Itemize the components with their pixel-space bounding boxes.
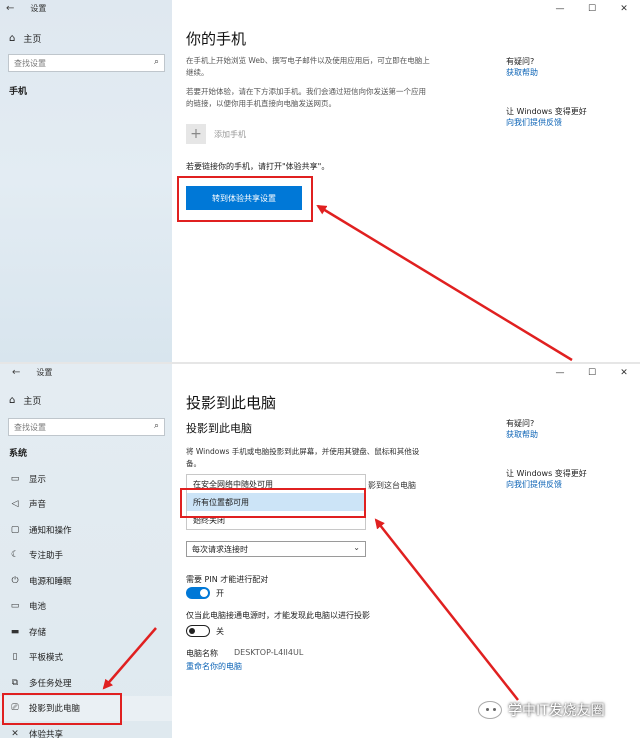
highlight-box-dropdown-option [180,488,366,518]
search-icon: ⌕ [153,421,159,431]
sidebar-item-notifications[interactable]: ▢ 通知和操作 [0,517,172,543]
feedback-link[interactable]: 向我们提供反馈 [506,118,562,127]
back-arrow-icon[interactable]: ← [12,367,20,378]
pairing-request-select[interactable]: 每次请求连接时 ⌄ [186,541,366,557]
rename-pc-link[interactable]: 重命名你的电脑 [186,661,242,672]
category-label: 系统 [9,449,28,459]
highlight-box-sidebar-item [2,693,122,725]
pin-toggle[interactable] [186,587,210,599]
help-section: 有疑问? 获取帮助 [506,419,538,439]
pc-name-value: DESKTOP-L4II4UL [234,648,304,657]
window-title: 设置 [36,368,53,377]
power-toggle[interactable] [186,625,210,637]
tablet-icon: ▯ [12,652,18,663]
sidebar-item-tablet[interactable]: ▯ 平板模式 [0,645,172,671]
watermark: 学中IT发烧友圈 [478,700,605,720]
intro-text: 在手机上开始浏览 Web、撰写电子邮件以及使用应用后，可立即在电脑上继续。 [186,56,430,77]
sidebar-item-storage[interactable]: ▬ 存储 [0,619,172,645]
sidebar-item-sound[interactable]: ◁ 声音 [0,492,172,518]
notification-icon: ▢ [10,524,20,535]
get-help-link[interactable]: 获取帮助 [506,430,538,439]
search-input[interactable]: 查找设置 ⌕ [8,54,165,72]
highlight-box-share-button [177,176,313,222]
pc-name-row: 电脑名称 DESKTOP-L4II4UL [186,648,304,658]
share-icon: ✕ [11,728,19,738]
pin-toggle-row: 开 [186,587,224,599]
category-label: 手机 [9,87,28,97]
page-title: 投影到此电脑 [186,394,277,412]
sidebar-item-focus[interactable]: ☾ 专注助手 [0,543,172,569]
display-icon: ▭ [10,473,20,484]
instructions-text: 若要开始体验，请在下方添加手机。我们会通过短信向你发送第一个应用的链接，以便你用… [186,87,426,108]
battery-icon: ▭ [10,601,20,612]
search-input[interactable]: 查找设置 ⌕ [8,418,165,436]
home-icon: ⌂ [9,33,16,44]
feedback-section: 让 Windows 变得更好 向我们提供反馈 [506,469,587,489]
projection-description: 将 Windows 手机或电脑投影到此屏幕，并使用其键盘、鼠标和其他设备。 [186,447,420,468]
home-nav[interactable]: ⌂ 主页 [9,32,41,45]
sound-icon: ◁ [11,499,19,510]
search-icon: ⌕ [153,57,159,67]
feedback-link[interactable]: 向我们提供反馈 [506,480,562,489]
settings-window-projection: ⌂ 主页 查找设置 ⌕ 系统 ▭ 显示 ◁ 声音 ▢ 通知和操作 ☾ 专注助手 [0,364,640,738]
power-icon: ⏻ [11,575,19,586]
pin-label: 需要 PIN 才能进行配对 [186,575,269,584]
chevron-down-icon: ⌄ [353,543,360,552]
home-nav[interactable]: ⌂ 主页 [9,394,41,407]
moon-icon: ☾ [10,550,20,561]
back-arrow-icon[interactable]: ← [6,3,14,14]
power-only-label: 仅当此电脑接通电源时，才能发现此电脑以进行投影 [186,611,370,620]
home-icon: ⌂ [9,395,16,406]
sidebar: ⌂ 主页 查找设置 ⌕ 系统 ▭ 显示 ◁ 声音 ▢ 通知和操作 ☾ 专注助手 [0,364,172,738]
sidebar-item-multitask[interactable]: ⧉ 多任务处理 [0,670,172,696]
wechat-icon [478,701,502,719]
settings-window-phone: ⌂ 主页 查找设置 ⌕ 手机 ← 设置 — ☐ ✕ 你的手机 在手机上开始浏览 … [0,0,640,362]
storage-icon: ▬ [10,626,20,637]
section-subtitle: 投影到此电脑 [186,422,252,435]
plus-icon: + [186,124,206,144]
help-section: 有疑问? 获取帮助 [506,57,538,77]
partial-option-text: 影到这台电脑 [368,481,416,490]
sidebar-item-power[interactable]: ⏻ 电源和睡眠 [0,568,172,594]
get-help-link[interactable]: 获取帮助 [506,68,538,77]
feedback-section: 让 Windows 变得更好 向我们提供反馈 [506,107,587,127]
sidebar-item-battery[interactable]: ▭ 电池 [0,594,172,620]
window-title: 设置 [30,4,47,13]
multitask-icon: ⧉ [11,677,19,688]
sidebar-item-display[interactable]: ▭ 显示 [0,466,172,492]
power-toggle-row: 关 [186,625,224,637]
add-phone-button[interactable]: + 添加手机 [186,124,246,144]
page-title: 你的手机 [186,30,247,48]
sidebar: ⌂ 主页 查找设置 ⌕ 手机 [0,0,172,362]
share-hint: 若要链接你的手机，请打开"体验共享"。 [186,162,330,171]
